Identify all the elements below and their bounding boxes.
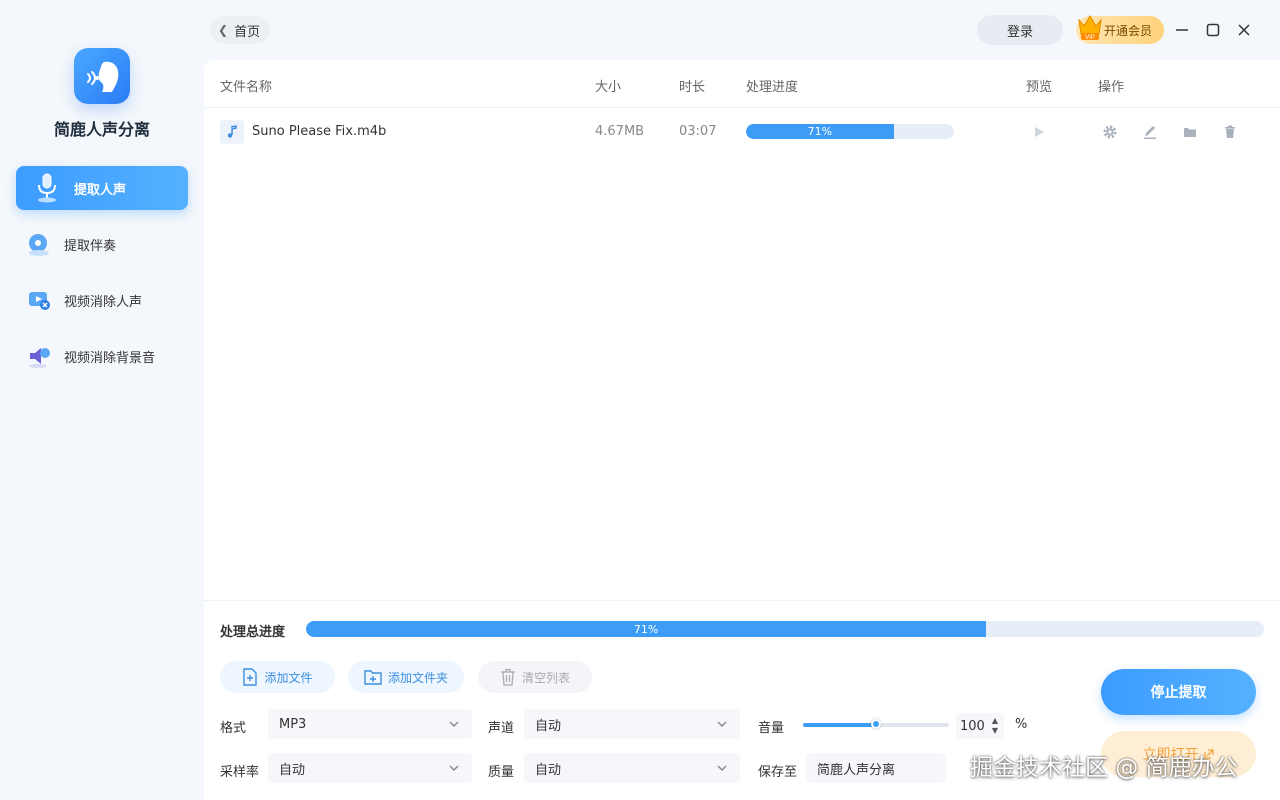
app-logo: [74, 48, 130, 104]
file-progress-fill: 71%: [746, 124, 894, 139]
clear-list-button[interactable]: 清空列表: [478, 661, 592, 693]
quality-select[interactable]: 自动: [524, 753, 740, 783]
volume-unit: %: [1015, 717, 1028, 732]
volume-input[interactable]: 100 ▲ ▼: [956, 713, 1004, 739]
volume-value: 100: [960, 718, 985, 734]
channel-select[interactable]: 自动: [524, 709, 740, 739]
channel-value: 自动: [535, 718, 562, 734]
add-folder-button[interactable]: 添加文件夹: [348, 661, 464, 693]
header-actions: 操作: [1098, 80, 1125, 95]
saveto-value: 简鹿人声分离: [817, 762, 896, 778]
samplerate-select[interactable]: 自动: [268, 753, 472, 783]
sidebar-item-label: 提取伴奏: [64, 238, 117, 254]
vip-label: 开通会员: [1104, 23, 1153, 38]
samplerate-label: 采样率: [220, 765, 260, 780]
format-select[interactable]: MP3: [268, 709, 472, 739]
sidebar-item-video-remove-vocals[interactable]: 视频消除人声: [16, 278, 188, 322]
total-progress-value: 71%: [633, 622, 659, 636]
file-name: Suno Please Fix.m4b: [252, 124, 387, 139]
vip-badge: VIP: [1085, 35, 1095, 41]
music-disc-icon: [26, 231, 52, 257]
volume-slider-thumb[interactable]: [871, 719, 881, 729]
audio-file-icon: [220, 120, 244, 144]
stop-extract-button[interactable]: 停止提取: [1101, 669, 1256, 715]
header-size: 大小: [595, 80, 622, 95]
table-header: 文件名称 大小 时长 处理进度 预览 操作: [204, 60, 1280, 108]
delete-icon[interactable]: [1221, 123, 1239, 141]
channel-label: 声道: [488, 721, 515, 736]
file-size: 4.67MB: [595, 124, 645, 139]
total-progress-label: 处理总进度: [220, 625, 286, 640]
back-home-button[interactable]: ❮ 首页: [210, 16, 271, 44]
sidebar-item-label: 提取人声: [74, 182, 127, 198]
saveto-label: 保存至: [758, 765, 798, 780]
total-progress-bar: 71%: [306, 621, 1264, 637]
format-label: 格式: [220, 721, 247, 736]
chevron-down-icon: [716, 718, 728, 734]
maximize-icon[interactable]: [1203, 20, 1223, 40]
crown-icon: VIP: [1076, 12, 1104, 45]
back-label: 首页: [234, 24, 261, 40]
sidebar-item-extract-accompaniment[interactable]: 提取伴奏: [16, 222, 188, 266]
app-name: 简鹿人声分离: [53, 120, 150, 139]
add-folder-label: 添加文件夹: [387, 670, 448, 685]
total-progress-fill: 71%: [306, 621, 987, 637]
chevron-down-icon: [716, 762, 728, 778]
folder-icon[interactable]: [1181, 123, 1199, 141]
trash-icon: [500, 668, 516, 686]
file-duration: 03:07: [679, 124, 717, 139]
volume-label: 音量: [758, 721, 785, 736]
edit-icon[interactable]: [1141, 123, 1159, 141]
sidebar-item-extract-vocals[interactable]: 提取人声: [16, 166, 188, 210]
top-bar: ❮ 首页 登录 VIP 开通会员: [204, 0, 1280, 60]
quality-value: 自动: [535, 762, 562, 778]
sidebar: 简鹿人声分离 提取人声 提取伴奏 视频消除人声 视频消除背景音: [0, 0, 204, 800]
video-mute-icon: [26, 287, 52, 313]
chevron-down-icon: [448, 718, 460, 734]
quality-label: 质量: [488, 765, 515, 780]
chevron-left-icon: ❮: [218, 23, 229, 37]
saveto-select[interactable]: 简鹿人声分离: [806, 753, 946, 783]
vip-button[interactable]: VIP 开通会员: [1076, 15, 1164, 44]
volume-slider-fill: [803, 723, 876, 727]
table-row[interactable]: Suno Please Fix.m4b 4.67MB 03:07 71%: [204, 108, 1280, 156]
watermark: 掘金技术社区 @ 简鹿办公: [970, 755, 1238, 781]
close-icon[interactable]: [1234, 20, 1254, 40]
microphone-icon: [34, 173, 60, 203]
login-button[interactable]: 登录: [977, 15, 1063, 45]
sidebar-item-label: 视频消除人声: [64, 294, 143, 310]
file-progress-label: 71%: [807, 125, 833, 138]
file-list-panel: 文件名称 大小 时长 处理进度 预览 操作 Suno Please Fix.m4…: [204, 60, 1280, 600]
settings-icon[interactable]: [1101, 123, 1119, 141]
header-progress: 处理进度: [746, 80, 799, 95]
chevron-down-icon: [448, 762, 460, 778]
header-name: 文件名称: [220, 80, 273, 95]
minimize-icon[interactable]: [1172, 20, 1192, 40]
clear-list-label: 清空列表: [521, 670, 570, 685]
add-file-button[interactable]: 添加文件: [220, 661, 335, 693]
format-value: MP3: [279, 716, 307, 732]
sidebar-item-video-remove-bgm[interactable]: 视频消除背景音: [16, 334, 188, 378]
samplerate-value: 自动: [279, 762, 306, 778]
header-preview: 预览: [1026, 80, 1053, 95]
sidebar-item-label: 视频消除背景音: [64, 350, 156, 366]
add-file-label: 添加文件: [264, 670, 313, 685]
file-progress-bar: 71%: [746, 124, 954, 139]
add-folder-icon: [364, 669, 382, 685]
header-duration: 时长: [679, 80, 706, 95]
add-file-icon: [242, 668, 258, 686]
volume-stepper-icon[interactable]: ▲ ▼: [992, 716, 998, 736]
play-preview-icon[interactable]: [1030, 123, 1048, 141]
speaker-icon: [26, 343, 52, 369]
